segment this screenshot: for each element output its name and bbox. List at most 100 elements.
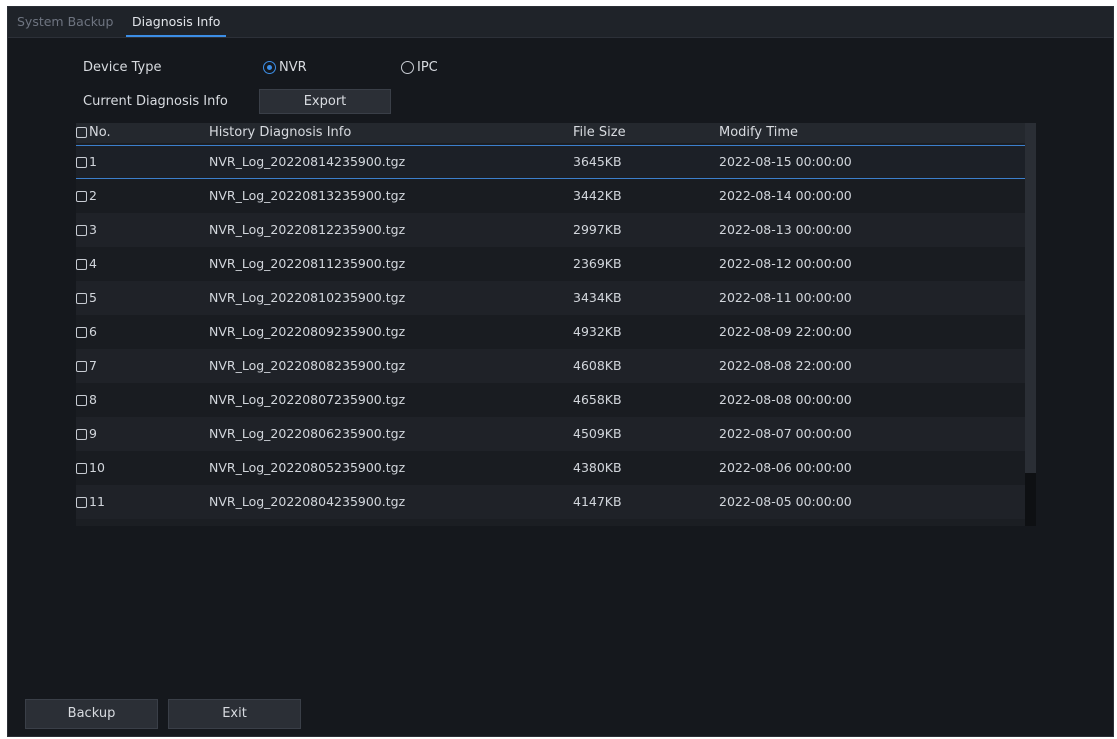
row-modify-time: 2022-08-13 00:00:00 [719, 222, 852, 237]
row-number: 11 [89, 494, 105, 509]
row-file-size: 4932KB [573, 324, 622, 339]
row-file-size: 3645KB [573, 154, 622, 169]
radio-unchecked-icon [401, 61, 414, 74]
table-row[interactable]: 3 NVR_Log_20220812235900.tgz 2997KB 2022-08… [76, 213, 1025, 247]
row-no-cell: 10 [76, 451, 105, 485]
row-no-cell: 8 [76, 383, 97, 417]
row-number: 6 [89, 324, 97, 339]
row-checkbox[interactable] [76, 429, 87, 440]
radio-ipc[interactable]: IPC [401, 60, 438, 75]
table-row[interactable]: 1 NVR_Log_20220814235900.tgz 3645KB 2022-08… [76, 145, 1025, 179]
row-modify-time: 2022-08-09 22:00:00 [719, 324, 852, 339]
radio-checked-icon [263, 61, 276, 74]
row-file-size: 4658KB [573, 392, 622, 407]
row-checkbox[interactable] [76, 497, 87, 508]
row-number: 3 [89, 222, 97, 237]
row-filename: NVR_Log_20220813235900.tgz [209, 188, 406, 203]
row-checkbox[interactable] [76, 191, 87, 202]
scrollbar-thumb[interactable] [1025, 473, 1036, 526]
row-number: 7 [89, 358, 97, 373]
row-modify-time: 2022-08-06 00:00:00 [719, 460, 852, 475]
row-number: 10 [89, 460, 105, 475]
table-row[interactable]: 8 NVR_Log_20220807235900.tgz 4658KB 2022-08… [76, 383, 1025, 417]
row-number: 1 [89, 154, 97, 169]
row-filename: NVR_Log_20220806235900.tgz [209, 426, 406, 441]
header-modify-time: Modify Time [719, 125, 799, 140]
current-diagnosis-label: Current Diagnosis Info [83, 94, 228, 109]
tab-diagnosis-info[interactable]: Diagnosis Info [126, 7, 227, 37]
row-checkbox[interactable] [76, 395, 87, 406]
row-filename: NVR_Log_20220805235900.tgz [209, 460, 406, 475]
row-file-size: 4380KB [573, 460, 622, 475]
row-checkbox[interactable] [76, 293, 87, 304]
row-no-cell: 5 [76, 281, 97, 315]
table-row[interactable]: 7 NVR_Log_20220808235900.tgz 4608KB 2022-08… [76, 349, 1025, 383]
table-scrollbar[interactable] [1025, 123, 1036, 526]
table-row[interactable]: 9 NVR_Log_20220806235900.tgz 4509KB 2022-08… [76, 417, 1025, 451]
tab-system-backup[interactable]: System Backup [11, 7, 119, 37]
row-number: 8 [89, 392, 97, 407]
row-file-size: 4509KB [573, 426, 622, 441]
row-checkbox[interactable] [76, 259, 87, 270]
row-filename: NVR_Log_20220814235900.tgz [209, 154, 406, 169]
row-file-size: 2997KB [573, 222, 622, 237]
row-modify-time: 2022-08-12 00:00:00 [719, 256, 852, 271]
diagnosis-window: System Backup Diagnosis Info Device Type… [7, 6, 1114, 737]
table-row[interactable]: 2 NVR_Log_20220813235900.tgz 3442KB 2022-08… [76, 179, 1025, 213]
row-checkbox[interactable] [76, 361, 87, 372]
row-filename: NVR_Log_20220812235900.tgz [209, 222, 406, 237]
row-number: 4 [89, 256, 97, 271]
row-file-size: 2369KB [573, 256, 622, 271]
row-checkbox[interactable] [76, 327, 87, 338]
row-filename: NVR_Log_20220809235900.tgz [209, 324, 406, 339]
tab-bar: System Backup Diagnosis Info [8, 7, 1113, 38]
row-filename: NVR_Log_20220804235900.tgz [209, 494, 406, 509]
row-number: 2 [89, 188, 97, 203]
row-modify-time: 2022-08-11 00:00:00 [719, 290, 852, 305]
row-filename: NVR_Log_20220811235900.tgz [209, 256, 406, 271]
header-history: History Diagnosis Info [209, 125, 352, 140]
row-no-cell: 3 [76, 213, 97, 247]
table-row[interactable]: 11 NVR_Log_20220804235900.tgz 4147KB 2022-0… [76, 485, 1025, 519]
row-no-cell: 2 [76, 179, 97, 213]
row-no-cell: 11 [76, 485, 105, 519]
table-row[interactable]: 10 NVR_Log_20220805235900.tgz 4380KB 2022-0… [76, 451, 1025, 485]
row-modify-time: 2022-08-08 22:00:00 [719, 358, 852, 373]
row-modify-time: 2022-08-05 00:00:00 [719, 494, 852, 509]
row-checkbox[interactable] [76, 157, 87, 168]
header-file-size: File Size [573, 125, 626, 140]
row-file-size: 3434KB [573, 290, 622, 305]
row-no-cell: 1 [76, 146, 97, 178]
row-file-size: 4608KB [573, 358, 622, 373]
select-all-checkbox[interactable] [76, 127, 87, 138]
row-number: 5 [89, 290, 97, 305]
radio-nvr-label: NVR [279, 60, 307, 75]
table-row[interactable]: 5 NVR_Log_20220810235900.tgz 3434KB 2022-08… [76, 281, 1025, 315]
header-no: No. [76, 125, 111, 140]
row-file-size: 3442KB [573, 188, 622, 203]
row-modify-time: 2022-08-14 00:00:00 [719, 188, 852, 203]
device-type-label: Device Type [83, 60, 162, 75]
row-filename: NVR_Log_20220808235900.tgz [209, 358, 406, 373]
backup-button[interactable]: Backup [25, 699, 158, 729]
row-number: 9 [89, 426, 97, 441]
row-no-cell: 4 [76, 247, 97, 281]
row-modify-time: 2022-08-15 00:00:00 [719, 154, 852, 169]
export-button[interactable]: Export [259, 89, 391, 114]
row-modify-time: 2022-08-07 00:00:00 [719, 426, 852, 441]
row-no-cell: 7 [76, 349, 97, 383]
radio-ipc-label: IPC [417, 60, 438, 75]
diagnosis-table: No. History Diagnosis Info File Size Mod… [76, 123, 1036, 526]
exit-button[interactable]: Exit [168, 699, 301, 729]
table-row[interactable]: 6 NVR_Log_20220809235900.tgz 4932KB 2022-08… [76, 315, 1025, 349]
row-no-cell: 9 [76, 417, 97, 451]
row-modify-time: 2022-08-08 00:00:00 [719, 392, 852, 407]
row-checkbox[interactable] [76, 463, 87, 474]
row-filename: NVR_Log_20220807235900.tgz [209, 392, 406, 407]
row-file-size: 4147KB [573, 494, 622, 509]
table-row[interactable]: 4 NVR_Log_20220811235900.tgz 2369KB 2022-08… [76, 247, 1025, 281]
row-checkbox[interactable] [76, 225, 87, 236]
row-no-cell: 6 [76, 315, 97, 349]
radio-nvr[interactable]: NVR [263, 60, 307, 75]
table-header: No. History Diagnosis Info File Size Mod… [76, 123, 1025, 143]
